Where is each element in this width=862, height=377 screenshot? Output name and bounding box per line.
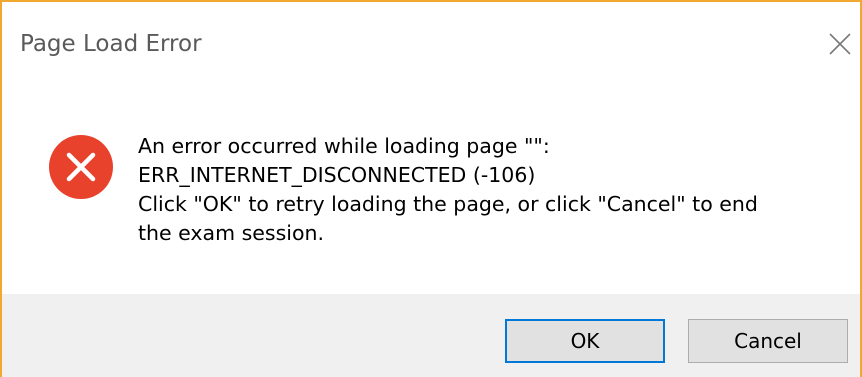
message-line: the exam session. [138,221,324,245]
message-line: An error occurred while loading page "": [138,134,550,158]
dialog-content: An error occurred while loading page "":… [2,86,860,294]
error-icon [48,134,114,200]
button-bar: OK Cancel [2,294,860,377]
close-icon [829,33,851,55]
ok-button[interactable]: OK [505,319,665,363]
cancel-button[interactable]: Cancel [688,319,848,363]
title-bar: Page Load Error [2,2,860,86]
close-button[interactable] [820,26,860,62]
message-line: ERR_INTERNET_DISCONNECTED (-106) [138,163,536,187]
error-message: An error occurred while loading page "":… [138,132,838,248]
error-dialog: Page Load Error An error occurred while … [0,0,862,377]
message-line: Click "OK" to retry loading the page, or… [138,192,758,216]
dialog-title: Page Load Error [20,31,202,57]
